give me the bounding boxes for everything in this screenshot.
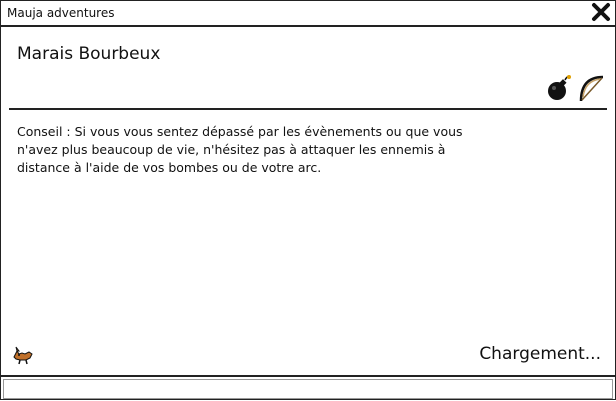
window-title: Mauja adventures (7, 6, 115, 20)
bomb-icon (545, 73, 573, 103)
bow-icon (577, 73, 605, 103)
footer-bar (1, 375, 615, 401)
progress-bar (3, 379, 613, 399)
game-window: Mauja adventures Marais Bourbeux Conseil… (0, 0, 616, 400)
location-title: Marais Bourbeux (17, 44, 161, 64)
gameplay-tip: Conseil : Si vous vous sentez dépassé pa… (17, 124, 463, 175)
title-bar: Mauja adventures (1, 1, 615, 27)
fox-icon (11, 345, 35, 365)
close-icon[interactable] (591, 2, 611, 22)
inventory-items (545, 73, 605, 103)
header-divider (9, 108, 607, 110)
loading-status: Chargement... (479, 344, 601, 364)
